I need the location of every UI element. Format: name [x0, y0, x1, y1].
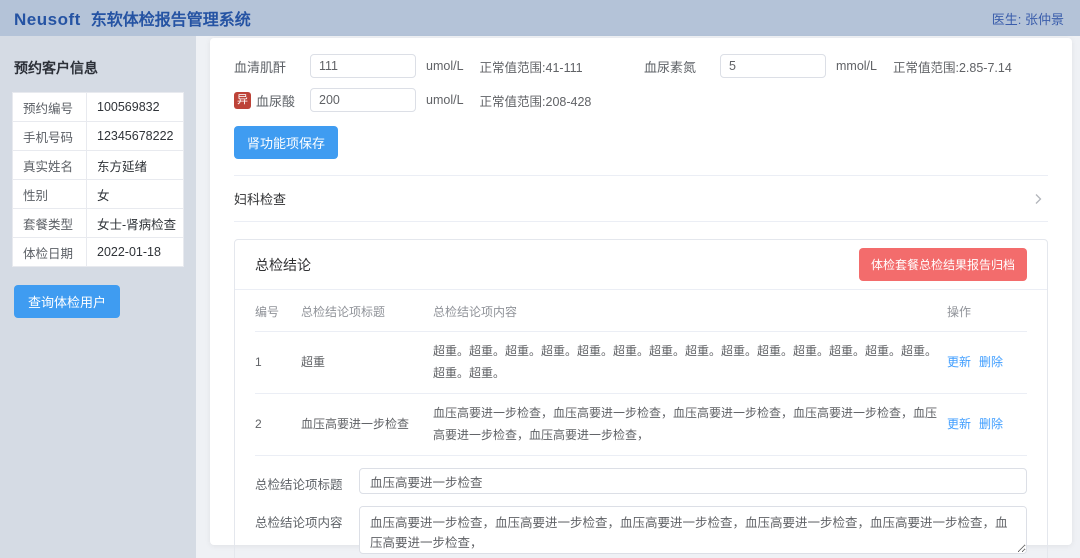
cell-content: 超重。超重。超重。超重。超重。超重。超重。超重。超重。超重。超重。超重。超重。超… [433, 332, 947, 394]
table-row: 手机号码 12345678222 [13, 122, 184, 151]
cell-actions: 更新删除 [947, 332, 1027, 394]
main-area: 血清肌酐 umol/L 正常值范围:41-111 血尿素氮 mmol/L 正常值… [196, 36, 1080, 558]
cell-actions: 更新删除 [947, 394, 1027, 456]
field-label: 真实姓名 [13, 151, 87, 180]
archive-report-button[interactable]: 体检套餐总检结果报告归档 [859, 248, 1027, 281]
gynecology-collapse-header[interactable]: 妇科检查 [234, 175, 1048, 222]
conclusion-panel-header: 总检结论 体检套餐总检结果报告归档 [235, 240, 1047, 290]
unit-label: mmol/L [836, 59, 877, 73]
table-row: 1 超重 超重。超重。超重。超重。超重。超重。超重。超重。超重。超重。超重。超重… [255, 332, 1027, 394]
table-row: 体检日期 2022-01-18 [13, 238, 184, 267]
sidebar: 预约客户信息 预约编号 100569832 手机号码 12345678222 真… [0, 36, 196, 558]
conclusion-panel: 总检结论 体检套餐总检结果报告归档 编号 总检结论项标题 总检结论项内容 操作 [234, 239, 1048, 558]
column-header: 编号 [255, 290, 301, 332]
field-value: 东方延绪 [87, 151, 184, 180]
exam-field-uric-acid: 异 血尿酸 umol/L 正常值范围:208-428 [234, 88, 644, 112]
query-exam-user-button[interactable]: 查询体检用户 [14, 285, 120, 318]
normal-range-label: 正常值范围:208-428 [480, 91, 592, 110]
delete-link[interactable]: 删除 [979, 355, 1003, 369]
unit-label: umol/L [426, 59, 464, 73]
table-row: 套餐类型 女士-肾病检查 [13, 209, 184, 238]
field-label: 预约编号 [13, 93, 87, 122]
field-head: 异 血尿酸 [234, 91, 310, 110]
field-label: 血尿酸 [256, 91, 295, 110]
conclusion-title-label: 总检结论项标题 [255, 468, 359, 493]
conclusion-content-label: 总检结论项内容 [255, 506, 359, 531]
field-head: 血尿素氮 [644, 57, 720, 76]
table-row: 预约编号 100569832 [13, 93, 184, 122]
normal-range-label: 正常值范围:41-111 [480, 57, 583, 76]
cell-id: 1 [255, 332, 301, 394]
conclusion-title-row: 总检结论项标题 [255, 468, 1027, 494]
brand-logo: Neusoft [14, 10, 81, 30]
exam-field-serum-creatinine: 血清肌酐 umol/L 正常值范围:41-111 [234, 54, 644, 78]
conclusion-content-row: 总检结论项内容 血压高要进一步检查，血压高要进一步检查，血压高要进一步检查，血压… [255, 506, 1027, 554]
column-header: 操作 [947, 290, 1027, 332]
kidney-function-save-button[interactable]: 肾功能项保存 [234, 126, 338, 159]
doctor-label: 医生: 张仲景 [992, 9, 1064, 28]
serum-creatinine-input[interactable] [310, 54, 416, 78]
delete-link[interactable]: 删除 [979, 417, 1003, 431]
table-row: 2 血压高要进一步检查 血压高要进一步检查，血压高要进一步检查，血压高要进一步检… [255, 394, 1027, 456]
app-title: 东软体检报告管理系统 [91, 6, 251, 30]
normal-range-label: 正常值范围:2.85-7.14 [893, 57, 1012, 76]
urea-nitrogen-input[interactable] [720, 54, 826, 78]
update-link[interactable]: 更新 [947, 355, 971, 369]
cell-id: 2 [255, 394, 301, 456]
table-header-row: 编号 总检结论项标题 总检结论项内容 操作 [255, 290, 1027, 332]
field-head: 血清肌酐 [234, 57, 310, 76]
chevron-right-icon [1032, 193, 1044, 205]
column-header: 总检结论项标题 [301, 290, 433, 332]
column-header: 总检结论项内容 [433, 290, 947, 332]
cell-title: 超重 [301, 332, 433, 394]
page-body: 预约客户信息 预约编号 100569832 手机号码 12345678222 真… [0, 36, 1080, 558]
sidebar-title: 预约客户信息 [14, 58, 184, 78]
field-label: 血清肌酐 [234, 57, 286, 76]
update-link[interactable]: 更新 [947, 417, 971, 431]
conclusion-content-textarea[interactable]: 血压高要进一步检查，血压高要进一步检查，血压高要进一步检查，血压高要进一步检查，… [359, 506, 1027, 554]
field-value: 12345678222 [87, 122, 184, 151]
conclusion-table: 编号 总检结论项标题 总检结论项内容 操作 1 超重 超重。超重。超重。超重。超… [255, 290, 1027, 456]
cell-content: 血压高要进一步检查，血压高要进一步检查，血压高要进一步检查，血压高要进一步检查，… [433, 394, 947, 456]
customer-info-table: 预约编号 100569832 手机号码 12345678222 真实姓名 东方延… [12, 92, 184, 267]
field-value: 女 [87, 180, 184, 209]
field-label: 套餐类型 [13, 209, 87, 238]
field-value: 100569832 [87, 93, 184, 122]
field-label: 体检日期 [13, 238, 87, 267]
kidney-function-form: 血清肌酐 umol/L 正常值范围:41-111 血尿素氮 mmol/L 正常值… [234, 54, 1048, 112]
field-value: 女士-肾病检查 [87, 209, 184, 238]
field-value: 2022-01-18 [87, 238, 184, 267]
abnormal-badge: 异 [234, 92, 251, 109]
main-panel: 血清肌酐 umol/L 正常值范围:41-111 血尿素氮 mmol/L 正常值… [210, 38, 1072, 545]
unit-label: umol/L [426, 93, 464, 107]
field-label: 性别 [13, 180, 87, 209]
collapse-title: 妇科检查 [234, 189, 286, 208]
table-row: 性别 女 [13, 180, 184, 209]
uric-acid-input[interactable] [310, 88, 416, 112]
field-label: 血尿素氮 [644, 57, 696, 76]
app-brand-block: Neusoft 东软体检报告管理系统 [14, 6, 251, 30]
conclusion-panel-body: 编号 总检结论项标题 总检结论项内容 操作 1 超重 超重。超重。超重。超重。超… [235, 290, 1047, 558]
exam-field-urea-nitrogen: 血尿素氮 mmol/L 正常值范围:2.85-7.14 [644, 54, 1048, 78]
table-row: 真实姓名 东方延绪 [13, 151, 184, 180]
cell-title: 血压高要进一步检查 [301, 394, 433, 456]
conclusion-title: 总检结论 [255, 255, 311, 275]
conclusion-title-input[interactable] [359, 468, 1027, 494]
field-label: 手机号码 [13, 122, 87, 151]
app-header: Neusoft 东软体检报告管理系统 医生: 张仲景 [0, 0, 1080, 36]
